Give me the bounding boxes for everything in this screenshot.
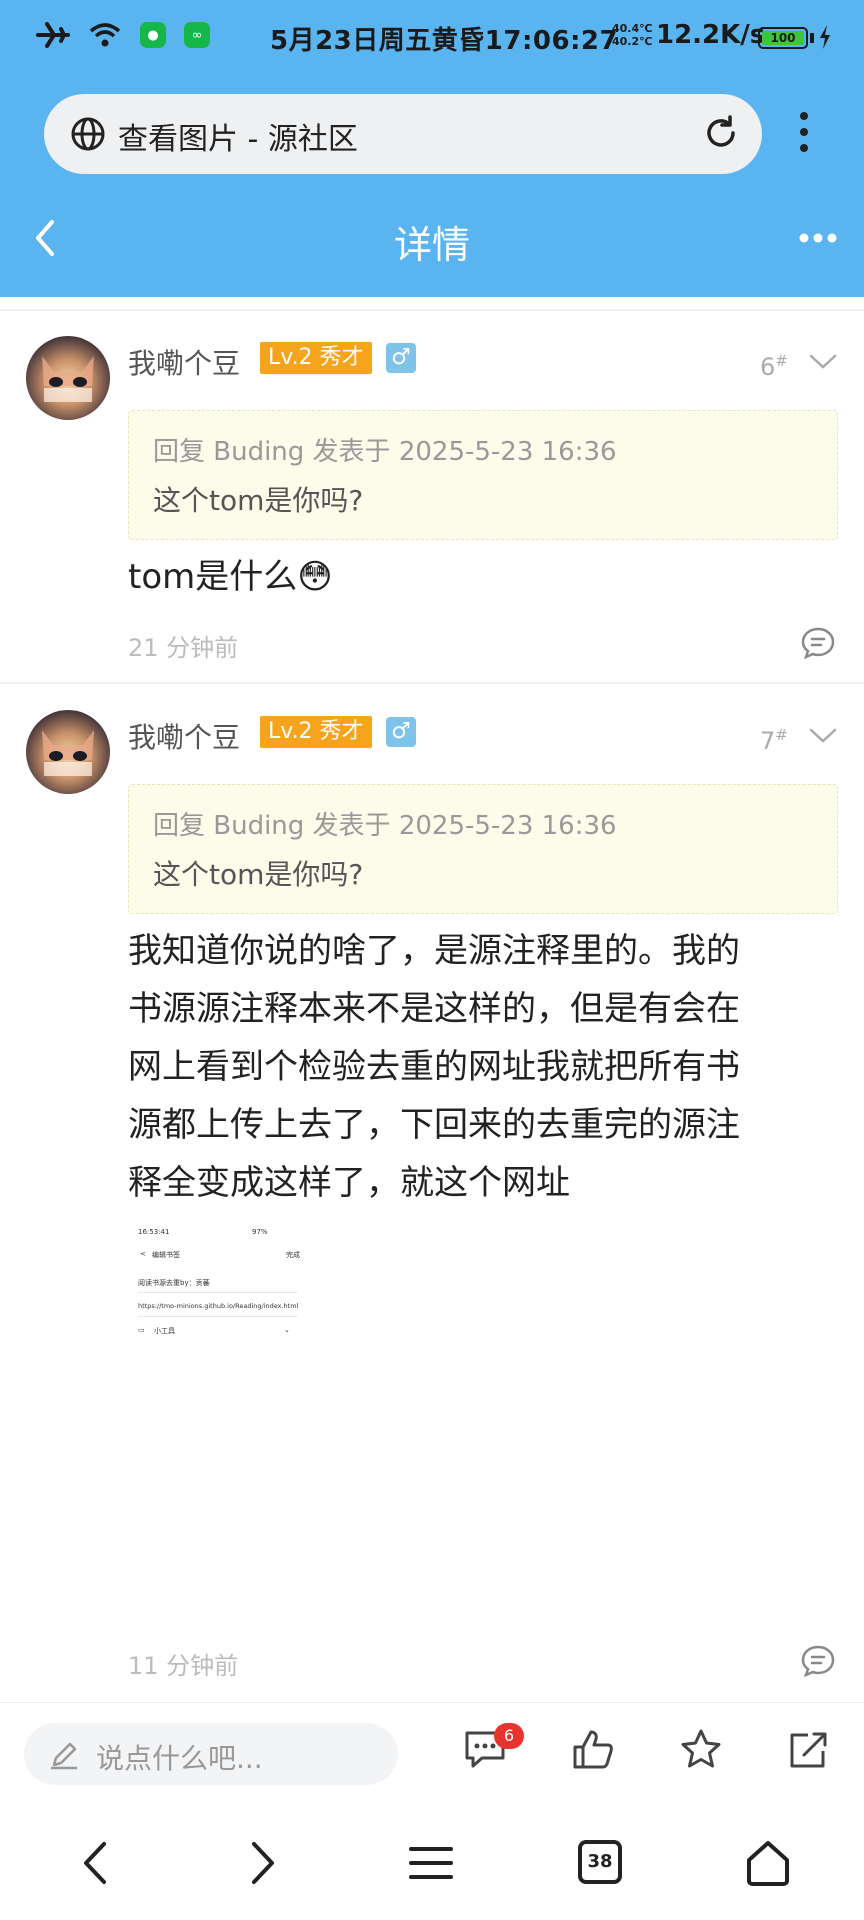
browser-toolbar: 查看图片 - 源社区	[0, 80, 864, 180]
reply-icon[interactable]	[800, 1644, 836, 1678]
male-gender-icon: ♂	[386, 343, 416, 373]
browser-menu-icon[interactable]	[790, 110, 818, 154]
back-nav-icon[interactable]	[76, 1838, 116, 1888]
avatar[interactable]	[26, 710, 110, 794]
home-icon[interactable]	[744, 1838, 792, 1888]
reply-icon[interactable]	[800, 626, 836, 660]
page-title-url: 查看图片 - 源社区	[118, 122, 358, 157]
pencil-icon	[50, 1742, 78, 1770]
quote-text: 这个tom是你吗?	[153, 858, 364, 891]
quote-meta: 回复 Buding 发表于 2025-5-23 16:36	[153, 811, 617, 841]
forward-nav-icon[interactable]	[242, 1838, 282, 1888]
page-title: 详情	[393, 223, 470, 267]
post-time: 11 分钟前	[128, 1652, 239, 1680]
system-navigation-bar: 38	[0, 1812, 864, 1920]
temp-bottom: 40.2℃	[612, 35, 653, 48]
divider	[0, 309, 864, 311]
favorite-star-icon[interactable]	[678, 1727, 724, 1771]
battery-tip	[810, 33, 814, 43]
quote-meta: 回复 Buding 发表于 2025-5-23 16:36	[153, 437, 617, 467]
battery-icon: 100	[758, 27, 808, 49]
floor-mark: #	[775, 352, 788, 370]
share-icon[interactable]	[786, 1727, 832, 1771]
author-name[interactable]: 我嘞个豆	[128, 716, 240, 756]
content-line: 网上看到个检验去重的网址我就把所有书	[128, 1047, 740, 1087]
thumb-action: 完成	[286, 1251, 300, 1259]
reload-icon[interactable]	[702, 114, 740, 152]
battery-level: 100	[762, 31, 804, 45]
quote-text: 这个tom是你吗?	[153, 484, 364, 517]
thumb-status-time: 16:53:41	[138, 1228, 170, 1236]
post-time: 21 分钟前	[128, 634, 239, 662]
floor-number: 6#	[760, 352, 788, 381]
floor-value: 7	[760, 727, 776, 755]
bottom-action-bar: 说点什么吧... 6	[0, 1702, 864, 1812]
globe-icon	[71, 117, 105, 151]
thumb-divider	[138, 1316, 298, 1317]
thumb-title: 编辑书签	[152, 1251, 180, 1259]
divider	[0, 682, 864, 684]
floor-mark: #	[775, 726, 788, 744]
thumb-folder-icon: ▭	[138, 1326, 145, 1334]
airplane-icon	[36, 20, 70, 50]
floor-value: 6	[760, 353, 776, 381]
address-bar[interactable]: 查看图片 - 源社区	[44, 94, 762, 174]
male-gender-icon: ♂	[386, 717, 416, 747]
thumb-back-icon: <	[140, 1250, 146, 1258]
content-line: 我知道你说的啥了，是源注释里的。我的	[128, 931, 740, 971]
post-content: 我知道你说的啥了，是源注释里的。我的 书源源注释本来不是这样的，但是有会在 网上…	[128, 922, 828, 1212]
chevron-down-icon[interactable]	[808, 352, 838, 372]
avatar[interactable]	[26, 336, 110, 420]
attached-image[interactable]: 16:53:41 97% < 编辑书签 完成 阅读书源去重by：贡蕃 https…	[136, 1222, 304, 1346]
status-temperature: 40.4℃ 40.2℃	[612, 22, 652, 48]
quoted-reply[interactable]: 回复 Buding 发表于 2025-5-23 16:36 这个tom是你吗?	[128, 784, 838, 914]
status-bar: ● ∞ 5月23日周五黄昏17:06:27 40.4℃ 40.2℃ 12.2K/…	[0, 0, 864, 80]
level-badge: Lv.2 秀才	[260, 342, 372, 374]
author-name[interactable]: 我嘞个豆	[128, 342, 240, 382]
thumb-chevron-icon: ⌄	[284, 1326, 290, 1334]
thumb-url: https://tmo-minions.github.io/Reading/in…	[138, 1302, 299, 1310]
comment-placeholder: 说点什么吧...	[96, 1742, 263, 1775]
status-time: 5月23日周五黄昏17:06:27	[270, 26, 619, 56]
menu-icon[interactable]	[408, 1838, 454, 1888]
content-line: 源都上传上去了，下回来的去重完的源注	[128, 1105, 740, 1145]
thumb-folder: 小工具	[154, 1327, 175, 1335]
thumb-label: 阅读书源去重by：贡蕃	[138, 1279, 210, 1287]
app-header: 详情	[0, 180, 864, 297]
app-notification-icon: ∞	[184, 22, 210, 48]
more-options-icon[interactable]	[798, 232, 838, 244]
network-speed: 12.2K/s	[656, 20, 766, 50]
temp-top: 40.4℃	[612, 22, 653, 35]
like-icon[interactable]	[570, 1727, 616, 1771]
wifi-icon	[88, 20, 122, 50]
chevron-down-icon[interactable]	[808, 726, 838, 746]
charging-icon	[820, 25, 830, 49]
tabs-count-button[interactable]: 38	[578, 1840, 622, 1884]
content-line: 释全变成这样了，就这个网址	[128, 1163, 570, 1203]
comment-count-badge: 6	[494, 1723, 524, 1749]
quoted-reply[interactable]: 回复 Buding 发表于 2025-5-23 16:36 这个tom是你吗?	[128, 410, 838, 540]
thumb-divider	[138, 1292, 298, 1293]
floor-number: 7#	[760, 726, 788, 755]
level-badge: Lv.2 秀才	[260, 716, 372, 748]
comment-input[interactable]: 说点什么吧...	[24, 1723, 398, 1785]
content-line: 书源源注释本来不是这样的，但是有会在	[128, 989, 740, 1029]
post-content: tom是什么😳	[128, 557, 333, 597]
thumb-status-battery: 97%	[252, 1228, 268, 1236]
wechat-notification-icon: ●	[140, 22, 166, 48]
